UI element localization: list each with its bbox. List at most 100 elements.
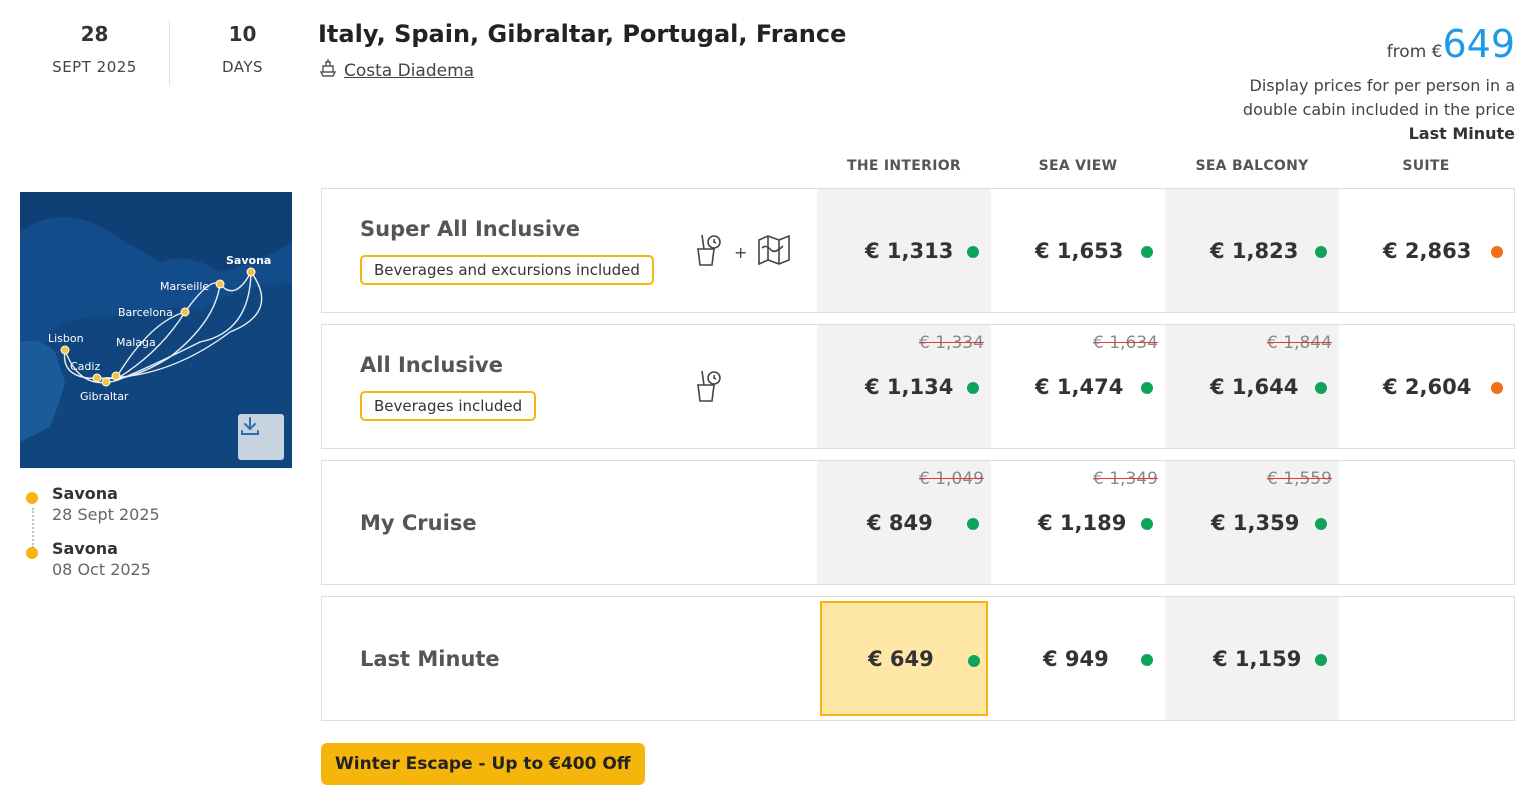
price: € 1,189 xyxy=(1038,511,1127,535)
price-note-fare: Last Minute xyxy=(1408,124,1515,143)
itinerary-date: 08 Oct 2025 xyxy=(52,560,151,579)
price-cell-sea-view[interactable]: € 1,653 xyxy=(991,189,1165,312)
route-map[interactable]: Savona Marseille Barcelona Lisbon Malaga… xyxy=(20,192,292,468)
beverage-icon xyxy=(694,369,724,407)
ship-icon xyxy=(318,58,338,83)
itinerary-port: Savona xyxy=(52,539,118,558)
ship-link[interactable]: Costa Diadema xyxy=(344,61,474,81)
price-note: Display prices for per person in a doubl… xyxy=(1155,74,1515,146)
from-amount: 649 xyxy=(1442,22,1515,66)
map-label-savona: Savona xyxy=(226,254,272,267)
availability-dot xyxy=(1315,382,1327,394)
price-cell-interior[interactable]: € 1,334 € 1,134 xyxy=(817,325,991,448)
price-cell-suite[interactable]: € 2,604 xyxy=(1339,325,1513,448)
fare-row-last-minute: Last Minute € 649 € 949 € 1,159 xyxy=(321,596,1515,721)
map-label-cadiz: Cadiz xyxy=(70,360,101,373)
price-cell-sea-view[interactable]: € 1,349 € 1,189 xyxy=(991,461,1165,584)
availability-dot xyxy=(1315,518,1327,530)
price-cell-sea-balcony[interactable]: € 1,823 xyxy=(1165,189,1339,312)
ship-info: Costa Diadema xyxy=(318,58,474,83)
departure-day: 28 xyxy=(80,22,109,46)
price-cell-interior-selected[interactable]: € 649 xyxy=(820,601,988,716)
departure-date: 28 SEPT 2025 xyxy=(20,20,170,86)
price: € 1,359 xyxy=(1211,511,1300,535)
map-label-barcelona: Barcelona xyxy=(118,306,173,319)
excursion-map-icon xyxy=(757,234,791,270)
availability-dot xyxy=(968,655,980,667)
fare-name: Super All Inclusive xyxy=(360,217,580,241)
old-price: € 1,334 xyxy=(919,333,984,353)
plus-icon: + xyxy=(734,242,748,262)
price: € 1,159 xyxy=(1213,647,1302,671)
duration-number: 10 xyxy=(228,22,257,46)
fare-name: Last Minute xyxy=(360,647,500,671)
availability-dot xyxy=(1315,246,1327,258)
price: € 1,313 xyxy=(865,239,954,263)
price-cell-sea-balcony[interactable]: € 1,844 € 1,644 xyxy=(1165,325,1339,448)
availability-dot xyxy=(1141,518,1153,530)
availability-dot xyxy=(967,518,979,530)
price-cell-sea-balcony[interactable]: € 1,159 xyxy=(1165,597,1339,720)
availability-dot xyxy=(967,246,979,258)
duration: 10 DAYS xyxy=(170,20,315,86)
cabin-header-sea-balcony: SEA BALCONY xyxy=(1195,158,1309,174)
fare-name: All Inclusive xyxy=(360,353,503,377)
fare-name: My Cruise xyxy=(360,511,477,535)
fare-badge: Beverages included xyxy=(360,391,537,421)
price-cell-sea-balcony[interactable]: € 1,559 € 1,359 xyxy=(1165,461,1339,584)
price: € 2,863 xyxy=(1383,239,1472,263)
fare-row-all-inclusive: All Inclusive Beverages included € 1,334… xyxy=(321,324,1515,449)
old-price: € 1,844 xyxy=(1267,333,1332,353)
departure-month-year: SEPT 2025 xyxy=(52,58,137,76)
price: € 1,474 xyxy=(1035,375,1124,399)
availability-dot xyxy=(1491,382,1503,394)
itinerary: Savona 28 Sept 2025 Savona 08 Oct 2025 xyxy=(26,484,160,594)
cabin-header-sea-view: SEA VIEW xyxy=(1038,158,1118,174)
availability-dot xyxy=(1141,382,1153,394)
availability-dot xyxy=(1315,654,1327,666)
old-price: € 1,634 xyxy=(1093,333,1158,353)
fare-icons: + xyxy=(694,233,791,271)
itinerary-port: Savona xyxy=(52,484,118,503)
cruise-title: Italy, Spain, Gibraltar, Portugal, Franc… xyxy=(318,20,847,48)
cabin-header-interior: THE INTERIOR xyxy=(846,158,961,174)
price-cell-interior[interactable]: € 1,049 € 849 xyxy=(817,461,991,584)
beverage-icon xyxy=(694,233,724,271)
availability-dot xyxy=(1141,654,1153,666)
fare-row-my-cruise: My Cruise € 1,049 € 849 € 1,349 € 1,189 … xyxy=(321,460,1515,585)
price-note-line2: double cabin included in the price xyxy=(1242,100,1515,119)
fare-icons xyxy=(694,369,724,407)
map-download-button[interactable] xyxy=(238,414,284,460)
cabin-header-suite: SUITE xyxy=(1402,158,1450,174)
price: € 949 xyxy=(1043,647,1109,671)
price-cell-suite[interactable]: € 2,863 xyxy=(1339,189,1513,312)
itinerary-stop: Savona 28 Sept 2025 xyxy=(26,484,160,539)
promo-badge[interactable]: Winter Escape - Up to €400 Off xyxy=(321,743,645,785)
price: € 2,604 xyxy=(1383,375,1472,399)
price-cell-interior[interactable]: € 1,313 xyxy=(817,189,991,312)
fare-row-super-all-inclusive: Super All Inclusive Beverages and excurs… xyxy=(321,188,1515,313)
from-label: from € xyxy=(1386,42,1443,62)
availability-dot xyxy=(1491,246,1503,258)
old-price: € 1,559 xyxy=(1267,469,1332,489)
old-price: € 1,049 xyxy=(919,469,984,489)
price-cell-sea-view[interactable]: € 949 xyxy=(991,597,1165,720)
fare-badge: Beverages and excursions included xyxy=(360,255,654,285)
map-label-gibraltar: Gibraltar xyxy=(80,390,129,403)
itinerary-date: 28 Sept 2025 xyxy=(52,505,160,524)
availability-dot xyxy=(967,382,979,394)
price-note-line1: Display prices for per person in a xyxy=(1249,76,1515,95)
map-label-malaga: Malaga xyxy=(116,336,156,349)
availability-dot xyxy=(1141,246,1153,258)
price: € 849 xyxy=(867,511,933,535)
price: € 1,644 xyxy=(1210,375,1299,399)
map-label-marseille: Marseille xyxy=(160,280,210,293)
price: € 649 xyxy=(868,647,934,671)
itinerary-stop: Savona 08 Oct 2025 xyxy=(26,539,160,594)
from-price: from €649 xyxy=(1387,22,1515,66)
map-label-lisbon: Lisbon xyxy=(48,332,84,345)
duration-label: DAYS xyxy=(221,58,264,76)
price: € 1,653 xyxy=(1035,239,1124,263)
old-price: € 1,349 xyxy=(1093,469,1158,489)
price-cell-sea-view[interactable]: € 1,634 € 1,474 xyxy=(991,325,1165,448)
